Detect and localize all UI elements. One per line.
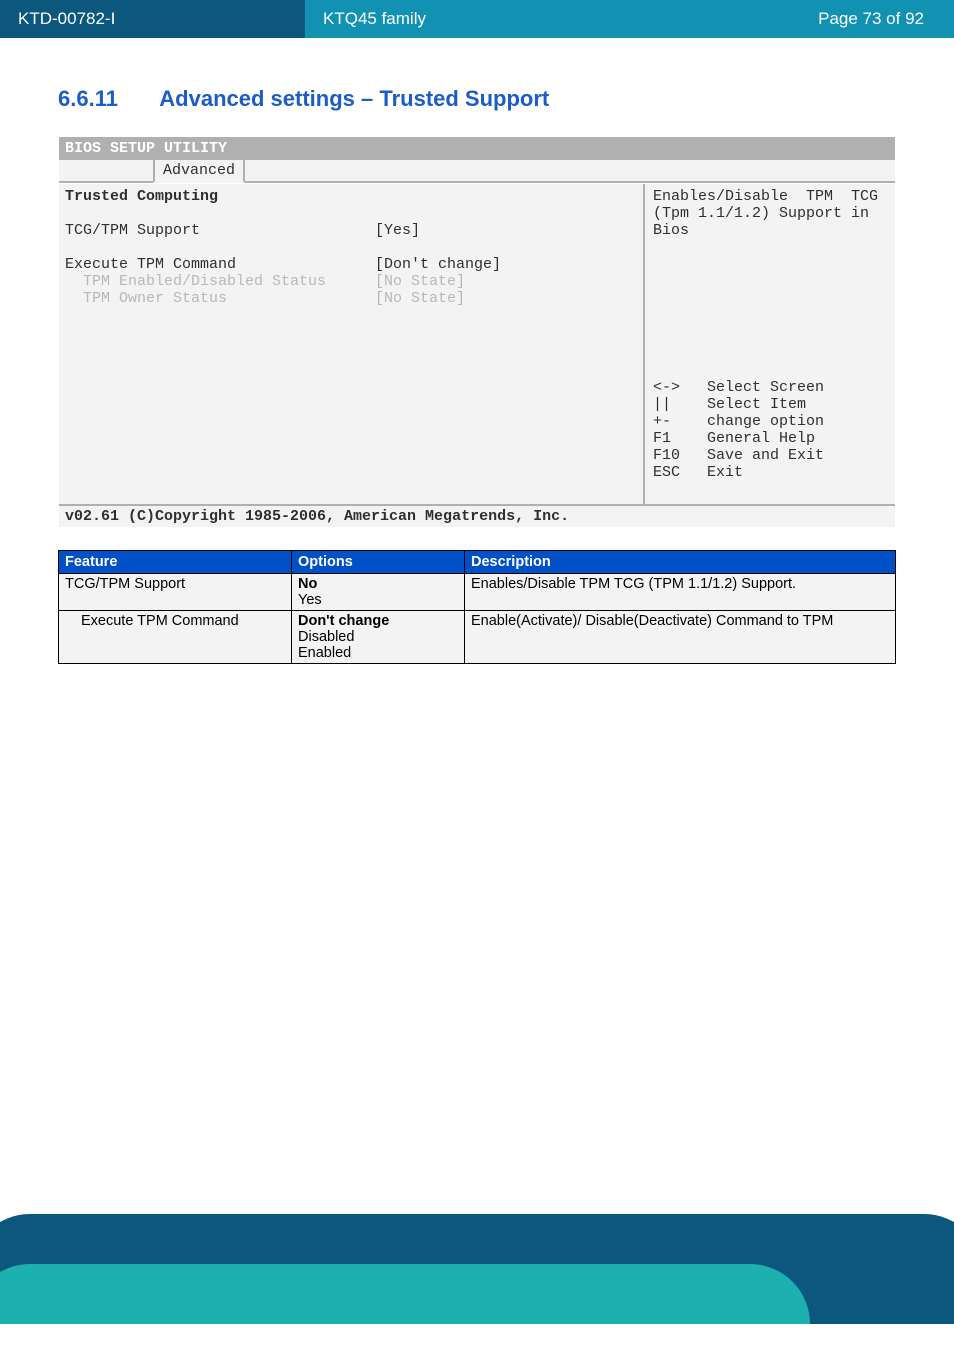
- bios-tab-row: Advanced: [59, 160, 895, 184]
- page-body: 6.6.11 Advanced settings – Trusted Suppo…: [0, 38, 954, 664]
- cell-feature: TCG/TPM Support: [59, 574, 292, 611]
- cell-options: Don't change Disabled Enabled: [292, 611, 465, 664]
- table-row: TCG/TPM Support No Yes Enables/Disable T…: [59, 574, 896, 611]
- th-description: Description: [465, 551, 896, 574]
- tab-spacer: [245, 160, 895, 183]
- option-rest: Disabled Enabled: [298, 629, 354, 661]
- cell-description: Enables/Disable TPM TCG (TPM 1.1/1.2) Su…: [465, 574, 896, 611]
- table-header-row: Feature Options Description: [59, 551, 896, 574]
- tpm-enabled-status-label: TPM Enabled/Disabled Status: [65, 273, 375, 290]
- bios-body: Trusted Computing TCG/TPM Support [Yes] …: [59, 184, 895, 504]
- footer-decoration: [0, 1204, 954, 1324]
- tab-spacer: [59, 160, 153, 183]
- tpm-owner-status-value: [No State]: [375, 290, 465, 307]
- feature-table: Feature Options Description TCG/TPM Supp…: [58, 550, 896, 664]
- execute-tpm-command-label: Execute TPM Command: [65, 256, 375, 273]
- bios-side-pane: Enables/Disable TPM TCG (Tpm 1.1/1.2) Su…: [645, 184, 895, 504]
- doc-family: KTQ45 family: [305, 0, 714, 38]
- tcg-tpm-support-value[interactable]: [Yes]: [375, 222, 420, 239]
- tpm-enabled-status-value: [No State]: [375, 273, 465, 290]
- th-feature: Feature: [59, 551, 292, 574]
- top-bar: KTD-00782-I KTQ45 family Page 73 of 92: [0, 0, 954, 38]
- page-number: Page 73 of 92: [714, 0, 954, 38]
- execute-tpm-command-value[interactable]: [Don't change]: [375, 256, 501, 273]
- bios-title-bar: BIOS SETUP UTILITY: [59, 137, 895, 160]
- bios-key-help: <-> Select Screen || Select Item +- chan…: [653, 379, 887, 498]
- doc-id: KTD-00782-I: [0, 0, 305, 38]
- bios-group-heading: Trusted Computing: [65, 188, 375, 205]
- cell-feature: Execute TPM Command: [59, 611, 292, 664]
- section-heading: 6.6.11 Advanced settings – Trusted Suppo…: [58, 86, 896, 112]
- footer-shape-teal: [0, 1264, 810, 1324]
- tab-advanced[interactable]: Advanced: [153, 160, 245, 183]
- section-number: 6.6.11: [58, 86, 154, 112]
- table-row: Execute TPM Command Don't change Disable…: [59, 611, 896, 664]
- bios-footer: v02.61 (C)Copyright 1985-2006, American …: [59, 504, 895, 527]
- bios-blank: [65, 205, 375, 222]
- bios-help-text: Enables/Disable TPM TCG (Tpm 1.1/1.2) Su…: [653, 188, 887, 239]
- th-options: Options: [292, 551, 465, 574]
- option-rest: Yes: [298, 592, 322, 608]
- bios-blank: [65, 239, 375, 256]
- option-bold: Don't change: [298, 613, 389, 629]
- cell-description: Enable(Activate)/ Disable(Deactivate) Co…: [465, 611, 896, 664]
- tcg-tpm-support-label: TCG/TPM Support: [65, 222, 375, 239]
- cell-options: No Yes: [292, 574, 465, 611]
- bios-main-pane: Trusted Computing TCG/TPM Support [Yes] …: [59, 184, 645, 504]
- option-bold: No: [298, 576, 317, 592]
- section-title: Advanced settings – Trusted Support: [159, 86, 549, 111]
- bios-panel: BIOS SETUP UTILITY Advanced Trusted Comp…: [58, 136, 896, 528]
- tpm-owner-status-label: TPM Owner Status: [65, 290, 375, 307]
